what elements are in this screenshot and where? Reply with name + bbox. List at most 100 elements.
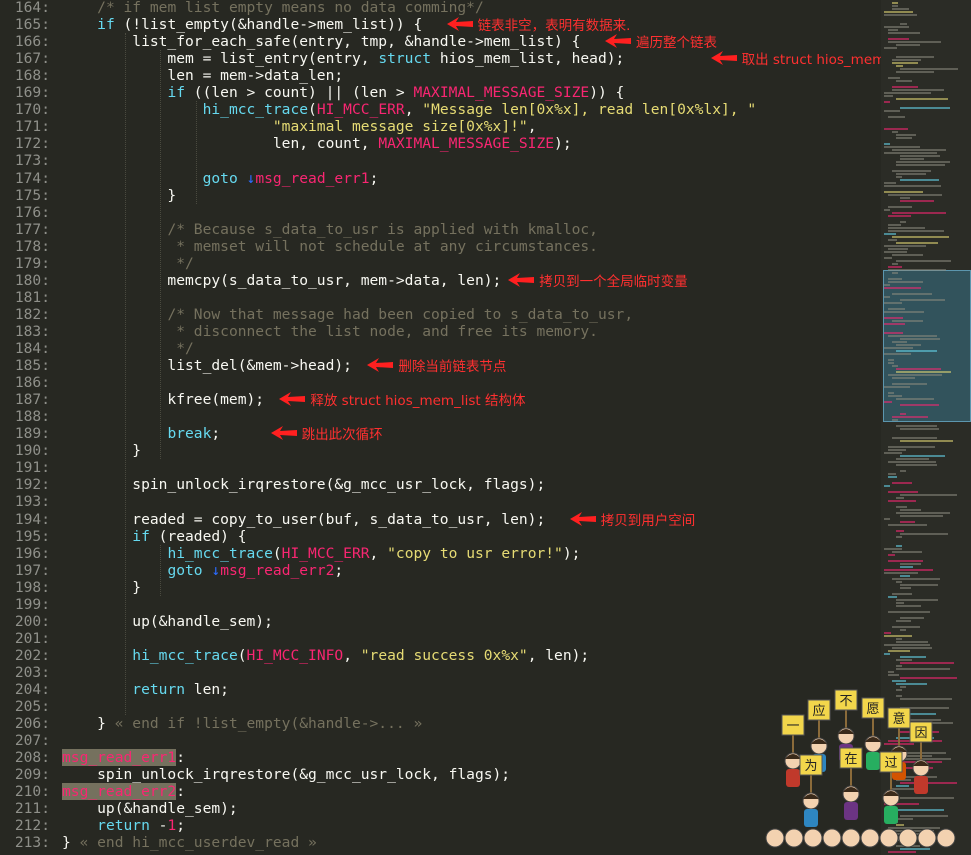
code-line[interactable]: } « end hi_mcc_userdev_read » [62,834,317,851]
minimap-line [884,644,930,646]
line-number: 170: [14,101,50,119]
jump-arrow-icon: ↓ [211,561,221,579]
minimap-line [884,572,918,574]
minimap-line [900,221,906,223]
line-number: 171: [14,118,50,136]
code-line[interactable]: /* Now that message had been copied to s… [62,306,633,323]
code-line[interactable]: spin_unlock_irqrestore(&g_mcc_usr_lock, … [62,766,510,783]
annotation-text: 遍历整个链表 [636,35,717,52]
minimap-line [884,251,907,253]
line-number: 176: [14,203,50,221]
code-line[interactable]: kfree(mem); [62,391,264,408]
code-line[interactable]: msg_read_err1: [62,749,186,767]
code-line[interactable]: up(&handle_sem); [62,613,273,630]
code-line[interactable]: return len; [62,681,229,698]
code-line[interactable]: up(&handle_sem); [62,800,238,817]
minimap-line [884,152,937,154]
line-number: 183: [14,322,50,340]
code-token: "copy to usr error!" [387,544,563,562]
code-line[interactable]: "maximal message size[0x%x]!", [62,118,537,136]
minimap-line [892,5,898,7]
code-line[interactable]: spin_unlock_irqrestore(&g_mcc_usr_lock, … [62,476,545,493]
minimap-line [884,287,921,289]
code-token: * memset will not schedule at any circum… [176,237,598,255]
code-line[interactable]: hi_mcc_trace(HI_MCC_ERR, "copy to usr er… [62,545,580,562]
code-line[interactable]: len, count, MAXIMAL_MESSAGE_SIZE); [62,135,572,152]
minimap-line [884,245,926,247]
minimap-line [900,656,926,658]
minimap-line [884,518,890,520]
code-token: } [62,442,142,460]
code-token: : [176,749,186,767]
code-token: , [527,118,537,136]
code-line[interactable]: break; [62,425,220,442]
code-line[interactable]: } [62,187,176,204]
minimap-line [896,80,912,82]
code-token: MAXIMAL_MESSAGE_SIZE [413,84,590,102]
minimap-line [892,377,915,379]
minimap-line [892,293,932,295]
code-token: « end if !list_empty(&handle->... » [114,715,423,733]
code-line[interactable]: * disconnect the list node, and free its… [62,323,598,340]
line-number: 191: [14,459,50,477]
code-line[interactable]: return -1; [62,817,185,834]
minimap-line [896,581,902,583]
minimap-line [884,146,920,148]
code-line[interactable]: mem = list_entry(entry, struct hios_mem_… [62,50,624,67]
code-line[interactable]: */ [62,340,194,357]
code-line[interactable]: msg_read_err2: [62,783,186,801]
code-line[interactable]: if (readed) { [62,528,246,545]
minimap-line [900,494,957,496]
code-editor[interactable]: 164: 165: 166: 167: 168: 169: 170: 171: 172: 173:… [0,0,957,855]
minimap-line [884,26,909,28]
code-line[interactable]: if (!list_empty(&handle->mem_list)) { [62,16,422,33]
minimap-line [884,128,908,130]
line-number: 185: [14,357,50,375]
minimap-line [900,587,911,589]
code-line[interactable]: list_for_each_safe(entry, tmp, &handle->… [62,33,580,50]
code-line[interactable]: /* if mem list empty means no data commi… [62,0,484,16]
code-line[interactable]: /* Because s_data_to_usr is applied with… [62,221,598,238]
code-line[interactable]: hi_mcc_trace(HI_MCC_ERR, "Message len[0x… [62,101,757,119]
minimap-line [900,200,934,202]
code-line[interactable]: goto ↓msg_read_err2; [62,562,343,579]
code-line[interactable]: } « end if !list_empty(&handle->... » [62,715,422,732]
minimap-line [892,416,928,418]
minimap-line [892,236,949,238]
line-number: 212: [14,817,50,835]
code-line[interactable]: hi_mcc_trace(HI_MCC_INFO, "read success … [62,647,589,664]
code-line[interactable]: memcpy(s_data_to_usr, mem->data, len); [62,272,501,289]
code-area[interactable]: /* if mem list empty means no data commi… [62,0,880,855]
code-token: , [404,101,423,119]
code-token: « end hi_mcc_userdev_read » [79,834,317,852]
minimap-line [884,182,896,184]
code-line[interactable]: goto ↓msg_read_err1; [62,170,379,187]
code-line[interactable]: */ [62,255,194,272]
code-line[interactable]: } [62,579,141,596]
code-line[interactable]: if ((len > count) || (len > MAXIMAL_MESS… [62,84,624,101]
minimap-line [884,635,912,637]
red-arrow-icon [279,392,306,407]
line-number: 198: [14,578,50,596]
red-arrow-icon [508,272,535,287]
minimap-line [888,308,905,310]
minimap-line [896,599,938,601]
svg-text:不: 不 [839,694,852,709]
code-line[interactable]: readed = copy_to_user(buf, s_data_to_usr… [62,511,545,528]
minimap-line [888,227,925,229]
code-line[interactable]: * memset will not schedule at any circum… [62,238,598,255]
code-line[interactable]: len = mem->data_len; [62,67,343,84]
code-line[interactable]: list_del(&mem->head); [62,357,352,374]
minimap-line [896,602,904,604]
code-token: msg_read_err2 [220,561,335,579]
code-line[interactable]: } [62,442,141,459]
code-token: ( [237,646,247,664]
minimap-line [888,77,900,79]
minimap-line [892,320,923,322]
code-token: : [176,783,186,801]
minimap-line [900,68,958,70]
